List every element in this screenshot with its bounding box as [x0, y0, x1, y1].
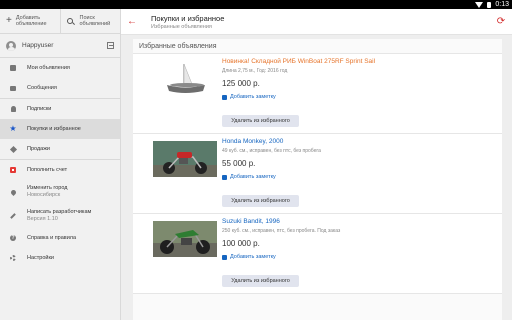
listing-thumbnail-moped[interactable]: [153, 141, 217, 177]
add-note-label: Добавить заметку: [230, 174, 276, 180]
sidebar-item-label: Изменить город: [27, 185, 68, 191]
sidebar-item-my-listings[interactable]: Мои объявления: [0, 58, 120, 78]
add-note-label: Добавить заметку: [230, 94, 276, 100]
listing-card[interactable]: Новинка! Складной РИБ WinBoat 275RF Spri…: [133, 54, 502, 134]
listing-description: 250 куб. см., исправен, птс, без пробега…: [222, 228, 341, 234]
message-icon: [10, 85, 16, 91]
sidebar-item-settings[interactable]: Настройки: [0, 248, 120, 268]
status-time: 0:13: [495, 1, 509, 8]
bell-icon: [10, 106, 16, 112]
search-listings-button[interactable]: Поиск объявлений: [59, 9, 121, 33]
sidebar-item-label: Настройки: [27, 255, 54, 261]
listing-title[interactable]: Suzuki Bandit, 1996: [222, 218, 498, 225]
sidebar-item-label: Мои объявления: [27, 65, 70, 71]
listing-price: 55 000 р.: [222, 159, 256, 168]
listing-title[interactable]: Honda Monkey, 2000: [222, 138, 498, 145]
sidebar-item-change-city[interactable]: Изменить город Новосибирск: [0, 180, 120, 204]
remove-favorite-button[interactable]: Удалить из избранного: [222, 195, 299, 207]
sidebar-item-subscriptions[interactable]: Подписки: [0, 99, 120, 119]
listing-card[interactable]: Honda Monkey, 2000 49 куб. см., исправен…: [133, 134, 502, 214]
list-icon: [10, 65, 16, 71]
username: Happyuser: [22, 42, 54, 49]
section-title: Избранные объявления: [133, 39, 502, 54]
listing-card[interactable]: Suzuki Bandit, 1996 250 куб. см., исправ…: [133, 214, 502, 294]
pencil-icon: [10, 213, 16, 219]
tag-icon: [9, 145, 17, 153]
add-note-link[interactable]: Добавить заметку: [222, 94, 498, 100]
sidebar-item-label: Пополнить счет: [27, 167, 68, 173]
sidebar-item-sales[interactable]: Продажи: [0, 139, 120, 159]
star-icon: ★: [9, 124, 17, 133]
user-profile-row[interactable]: Happyuser: [0, 34, 120, 58]
sidebar-item-favorites[interactable]: ★ Покупки и избранное: [0, 119, 120, 139]
sidebar-item-messages[interactable]: Сообщения: [0, 78, 120, 98]
sidebar-item-sublabel: Новосибирск: [27, 192, 61, 198]
sidebar-item-write-developers[interactable]: Написать разработчикам Версия 1.10: [0, 204, 120, 228]
help-icon: ?: [10, 235, 16, 241]
refresh-icon[interactable]: ⟳: [490, 16, 512, 27]
wifi-icon: [475, 1, 484, 8]
favorites-list: Избранные объявления Новинка! Складной Р…: [133, 39, 502, 320]
sidebar-item-sublabel: Версия 1.10: [27, 216, 58, 222]
add-listing-button[interactable]: + Добавить объявление: [0, 9, 60, 33]
remove-favorite-button[interactable]: Удалить из избранного: [222, 115, 299, 127]
listing-thumbnail-motorcycle[interactable]: [153, 221, 217, 257]
sidebar-item-label: Сообщения: [27, 85, 57, 91]
listing-thumbnail-boat[interactable]: [153, 61, 217, 97]
main-panel: ← Покупки и избранное Избранные объявлен…: [121, 9, 512, 320]
status-bar: 0:13: [0, 0, 512, 9]
add-note-label: Добавить заметку: [230, 254, 276, 260]
listing-title[interactable]: Новинка! Складной РИБ WinBoat 275RF Spri…: [222, 58, 498, 65]
add-note-link[interactable]: Добавить заметку: [222, 254, 498, 260]
listing-description: 49 куб. см., исправен, без птс, без проб…: [222, 148, 321, 154]
listing-description: Длина 2,75 м., Год: 2016 год: [222, 68, 288, 74]
sidebar-item-top-up[interactable]: Пополнить счет: [0, 160, 120, 180]
avatar-icon: [6, 40, 16, 51]
sidebar-item-label: Написать разработчикам: [27, 209, 92, 215]
page-title: Покупки и избранное: [151, 13, 225, 23]
sidebar: + Добавить объявление Поиск объявлений Hap…: [0, 9, 121, 320]
battery-icon: [487, 1, 492, 8]
location-pin-icon: [9, 188, 17, 196]
add-note-link[interactable]: Добавить заметку: [222, 174, 498, 180]
wallet-icon: [10, 167, 16, 173]
page-subtitle: Избранные объявления: [151, 23, 212, 30]
note-icon: [222, 174, 227, 180]
search-icon: [66, 18, 73, 24]
app-bar: ← Покупки и избранное Избранные объявлен…: [121, 9, 512, 35]
add-listing-label-1: Добавить: [15, 14, 41, 21]
note-icon: [222, 94, 227, 100]
listing-price: 100 000 р.: [222, 239, 260, 248]
back-arrow-icon[interactable]: ←: [121, 16, 143, 27]
logout-icon[interactable]: [107, 42, 114, 49]
note-icon: [222, 254, 227, 260]
sidebar-item-label: Справка и правила: [27, 235, 77, 241]
listing-price: 125 000 р.: [222, 79, 260, 88]
sidebar-item-help[interactable]: ? Справка и правила: [0, 228, 120, 248]
sidebar-item-label: Подписки: [27, 106, 52, 112]
plus-icon: +: [6, 15, 12, 26]
gear-icon: [10, 255, 16, 261]
add-listing-label-2: объявление: [15, 21, 47, 27]
remove-favorite-button[interactable]: Удалить из избранного: [222, 275, 299, 287]
sidebar-item-label: Продажи: [27, 146, 50, 152]
search-label-2: объявлений: [79, 21, 111, 27]
search-label-1: Поиск: [79, 14, 95, 21]
sidebar-item-label: Покупки и избранное: [27, 126, 81, 132]
